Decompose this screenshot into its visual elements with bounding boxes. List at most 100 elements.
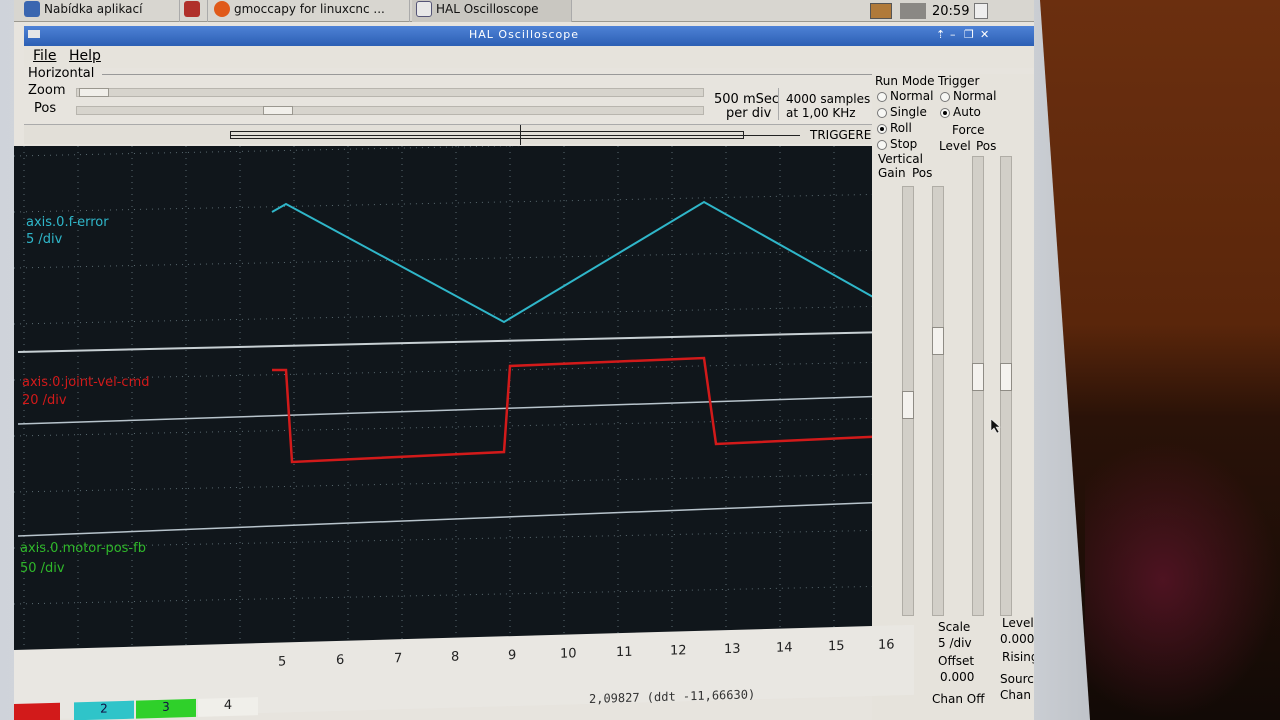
gmoccapy-icon: [214, 1, 230, 17]
run-mode-normal-label[interactable]: Normal: [890, 89, 933, 103]
trigger-level-title: Level: [1002, 616, 1034, 630]
app-menu-icon: [24, 1, 40, 17]
zoom-label: Zoom: [28, 83, 66, 98]
window-titlebar[interactable]: HAL Oscilloscope ⇡ – ❐ ✕: [24, 26, 1034, 46]
channel-1-name: axis.0.f-error: [26, 215, 109, 230]
vertical-scale-label: Scale: [938, 620, 971, 634]
run-mode-stop-radio[interactable]: [877, 140, 887, 150]
maximize-icon[interactable]: ❐: [964, 28, 974, 41]
channel-2-button[interactable]: 2: [74, 700, 134, 720]
taskbar-gmoccapy-label: gmoccapy for linuxcnc ...: [234, 2, 385, 16]
taskbar-app-menu-label: Nabídka aplikací: [44, 2, 143, 16]
record-length-line: [230, 135, 800, 136]
zoom-slider[interactable]: [76, 88, 704, 97]
scope-display[interactable]: axis.0.f-error 5 /div axis.0.joint-vel-c…: [14, 146, 894, 686]
cables-background: [1085, 440, 1280, 720]
channel-1-scale: 5 /div: [26, 232, 63, 247]
x-tick: 14: [776, 640, 793, 656]
x-tick: 10: [560, 646, 577, 662]
channel-2-name: axis.0.joint-vel-cmd: [22, 375, 150, 390]
channel-3-button[interactable]: 3: [136, 698, 196, 719]
taskbar-launcher[interactable]: [180, 0, 208, 22]
tray-end-icon[interactable]: [974, 3, 988, 19]
trigger-edge-button[interactable]: Rising: [1002, 650, 1034, 664]
taskbar-app-menu[interactable]: Nabídka aplikací: [20, 0, 180, 22]
run-mode-roll-radio[interactable]: [877, 124, 887, 134]
trigger-marker: [520, 125, 521, 145]
screen: Nabídka aplikací gmoccapy for linuxcnc .…: [14, 0, 1034, 720]
tray-workspace-icon[interactable]: [900, 3, 926, 19]
x-tick: 12: [670, 643, 687, 659]
pin-icon[interactable]: ⇡: [936, 28, 945, 41]
taskbar: Nabídka aplikací gmoccapy for linuxcnc .…: [14, 0, 1034, 22]
pos-slider[interactable]: [76, 106, 704, 115]
trigger-source-label: Source: [1000, 672, 1034, 686]
vertical-gain-slider[interactable]: [902, 186, 914, 616]
vertical-pos-slider[interactable]: [932, 186, 944, 616]
window-title: HAL Oscilloscope: [468, 28, 579, 41]
trigger-auto-radio[interactable]: [940, 108, 950, 118]
samples-count: 4000 samples: [786, 92, 871, 106]
sample-rate: at 1,00 KHz: [786, 106, 856, 120]
trigger-position-bar: TRIGGERED: [24, 124, 886, 145]
vertical-pos-label: Pos: [912, 166, 933, 180]
x-tick: 15: [828, 638, 845, 655]
x-tick: 6: [336, 652, 345, 669]
tray-icon[interactable]: [870, 3, 892, 19]
channel-3-button-label: 3: [162, 699, 170, 714]
clock: 20:59: [932, 4, 970, 19]
horizontal-separator: [778, 88, 779, 120]
x-tick: 9: [508, 647, 517, 664]
per-div-label: per div: [726, 106, 772, 121]
trigger-level-slider[interactable]: [972, 156, 984, 616]
taskbar-hal-oscilloscope-label: HAL Oscilloscope: [436, 2, 539, 16]
menubar: File Help: [24, 46, 1034, 68]
pos-label: Pos: [34, 101, 57, 116]
close-icon[interactable]: ✕: [980, 28, 989, 41]
x-tick: 7: [394, 651, 403, 667]
channel-4-button[interactable]: 4: [198, 697, 258, 717]
run-mode-normal-radio[interactable]: [877, 92, 887, 102]
right-control-panel: Run Mode Trigger Normal Single Roll Stop…: [872, 74, 1034, 720]
zoom-slider-thumb[interactable]: [79, 88, 109, 97]
vertical-offset-value: 0.000: [940, 670, 975, 684]
cursor-readout: 2,09827 (ddt -11,66630): [589, 687, 756, 706]
trigger-pos-label: Pos: [976, 139, 997, 153]
pos-slider-thumb[interactable]: [263, 106, 293, 115]
run-mode-single-radio[interactable]: [877, 108, 887, 118]
vertical-pos-thumb[interactable]: [932, 327, 944, 355]
channel-1-button[interactable]: [14, 702, 60, 720]
launcher-icon: [184, 1, 200, 17]
channel-4-button-label: 4: [223, 697, 233, 714]
chan-off-button[interactable]: Chan Off: [932, 692, 984, 706]
photo-frame: Nabídka aplikací gmoccapy for linuxcnc .…: [0, 0, 1280, 720]
vertical-title: Vertical: [878, 152, 923, 166]
channel-3-name: axis.0.motor-pos-fb: [20, 541, 146, 556]
run-mode-stop-label[interactable]: Stop: [890, 137, 917, 151]
force-trigger-button[interactable]: Force: [952, 123, 984, 137]
run-mode-title: Run Mode: [875, 74, 935, 88]
trigger-title: Trigger: [938, 74, 980, 88]
run-mode-roll-label[interactable]: Roll: [890, 121, 912, 135]
trigger-normal-radio[interactable]: [940, 92, 950, 102]
menu-file[interactable]: File: [33, 48, 56, 64]
channel-2-scale: 20 /div: [22, 393, 67, 408]
trigger-level-thumb[interactable]: [972, 363, 984, 391]
menu-help[interactable]: Help: [69, 48, 101, 64]
taskbar-gmoccapy[interactable]: gmoccapy for linuxcnc ...: [210, 0, 410, 22]
trigger-pos-slider[interactable]: [1000, 156, 1012, 616]
x-tick: 13: [724, 641, 741, 658]
vertical-gain-thumb[interactable]: [902, 391, 914, 419]
trigger-source-button[interactable]: Chan 4: [1000, 688, 1034, 702]
mouse-pointer-icon: [990, 418, 1001, 434]
x-tick: 16: [878, 637, 895, 653]
trigger-normal-label[interactable]: Normal: [953, 89, 996, 103]
trigger-level-value: 0.000: [1000, 632, 1034, 646]
run-mode-single-label[interactable]: Single: [890, 105, 927, 119]
horizontal-panel: Horizontal Zoom Pos 500 mSec per div 400…: [24, 66, 886, 121]
minimize-icon[interactable]: –: [950, 28, 956, 41]
taskbar-hal-oscilloscope[interactable]: HAL Oscilloscope: [412, 0, 572, 22]
trigger-auto-label[interactable]: Auto: [953, 105, 981, 119]
vertical-gain-label: Gain: [878, 166, 906, 180]
trigger-pos-thumb[interactable]: [1000, 363, 1012, 391]
